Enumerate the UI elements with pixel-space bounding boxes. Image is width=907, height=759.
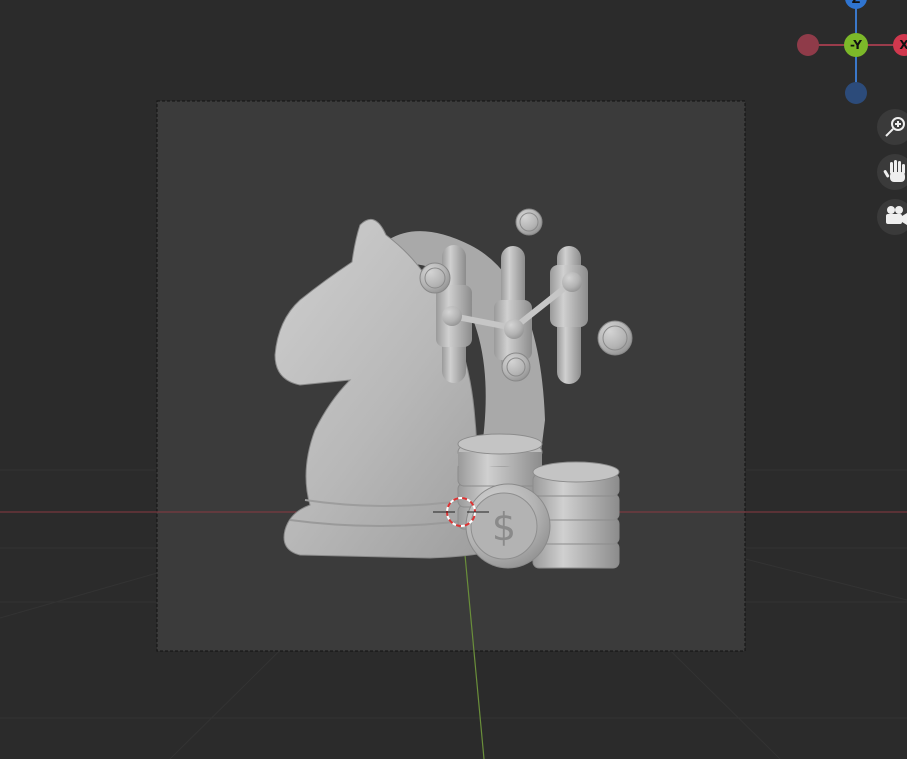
viewport-scene[interactable]: $ -Y X Z: [0, 0, 907, 759]
3d-viewport[interactable]: $ -Y X Z: [0, 0, 907, 759]
svg-text:$: $: [492, 505, 516, 549]
navigation-gizmo[interactable]: -Y X Z: [797, 0, 907, 104]
gizmo-neg-z-axis[interactable]: [845, 82, 867, 104]
gizmo-neg-y-label: -Y: [850, 38, 862, 52]
gizmo-x-label: X: [899, 38, 907, 52]
gizmo-z-label: Z: [852, 0, 861, 6]
zoom-button[interactable]: [877, 109, 907, 145]
pan-button[interactable]: [877, 154, 907, 190]
gizmo-neg-x-axis[interactable]: [797, 34, 819, 56]
camera-view-button[interactable]: [877, 199, 907, 235]
